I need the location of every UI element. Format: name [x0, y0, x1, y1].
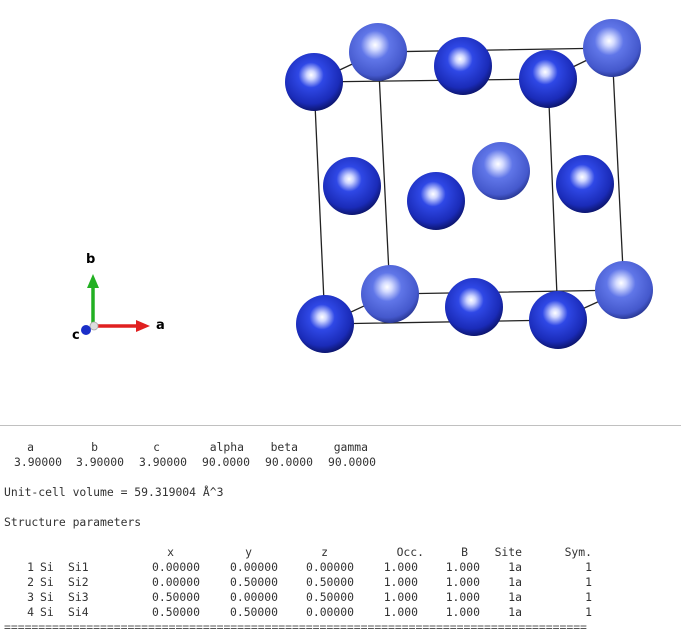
cell-label: Si1: [68, 560, 89, 574]
cell-z: 0.50000: [305, 590, 354, 604]
lattice-header-a: a: [27, 440, 34, 454]
cell-x: 0.50000: [151, 605, 200, 619]
cell-occ: 1.000: [383, 605, 418, 619]
atom-si: [445, 278, 503, 336]
cell-sym: 1: [585, 560, 592, 574]
atom-si-back: [472, 142, 530, 200]
structure-viewer[interactable]: a b c: [0, 0, 681, 420]
cell-site: 1a: [508, 560, 522, 574]
cell-b: 1.000: [445, 590, 480, 604]
axis-triad: [81, 274, 150, 335]
unit-cell-volume: Unit-cell volume = 59.319004 Å^3: [4, 485, 224, 499]
atom-si: [407, 172, 465, 230]
cell-x: 0.50000: [151, 590, 200, 604]
lattice-header-gamma: gamma: [333, 440, 368, 454]
lattice-value-c: 3.90000: [138, 455, 187, 469]
lattice-value-alpha: 90.0000: [201, 455, 250, 469]
axis-b-label: b: [86, 252, 96, 267]
atom-si: [434, 37, 492, 95]
cell-label: Si4: [68, 605, 89, 619]
lattice-value-a: 3.90000: [13, 455, 62, 469]
cell-site: 1a: [508, 590, 522, 604]
lattice-value-beta: 90.0000: [264, 455, 313, 469]
atom-si-back: [595, 261, 653, 319]
atom-si-back: [349, 23, 407, 81]
atom-si-back: [361, 265, 419, 323]
axis-c-arrow: [81, 325, 91, 335]
separator-line: ========================================…: [4, 620, 587, 634]
axis-b-arrowhead: [87, 274, 99, 288]
atom-si: [519, 50, 577, 108]
cell-el: Si: [40, 560, 54, 574]
cell-occ: 1.000: [383, 575, 418, 589]
cell-label: Si2: [68, 575, 89, 589]
cell-site: 1a: [508, 605, 522, 619]
col-y: y: [245, 545, 252, 559]
cell-n: 1: [27, 560, 34, 574]
cell-z: 0.00000: [305, 605, 354, 619]
col-site: Site: [494, 545, 522, 559]
axis-origin: [89, 321, 99, 331]
col-b: B: [461, 545, 468, 559]
output-text-panel[interactable]: a b c alpha beta gamma 3.90000 3.90000 3…: [0, 425, 681, 637]
cell-x: 0.00000: [151, 575, 200, 589]
cell-el: Si: [40, 590, 54, 604]
atom-si-back: [583, 19, 641, 77]
atoms-front: [285, 37, 614, 353]
col-z: z: [321, 545, 328, 559]
atom-si: [556, 155, 614, 213]
lattice-value-b: 3.90000: [75, 455, 124, 469]
cell-el: Si: [40, 605, 54, 619]
cell-x: 0.00000: [151, 560, 200, 574]
atom-si: [296, 295, 354, 353]
col-sym: Sym.: [564, 545, 592, 559]
atom-si: [323, 157, 381, 215]
axis-c-label: c: [72, 328, 80, 343]
cell-label: Si3: [68, 590, 89, 604]
cell-z: 0.50000: [305, 575, 354, 589]
cell-b: 1.000: [445, 575, 480, 589]
lattice-header-alpha: alpha: [209, 440, 244, 454]
col-x: x: [167, 545, 174, 559]
cell-z: 0.00000: [305, 560, 354, 574]
cell-y: 0.00000: [229, 560, 278, 574]
axis-a-arrowhead: [136, 320, 150, 332]
cell-occ: 1.000: [383, 590, 418, 604]
crystal-structure-drawing[interactable]: [0, 0, 681, 420]
cell-sym: 1: [585, 605, 592, 619]
cell-n: 3: [27, 590, 34, 604]
cell-occ: 1.000: [383, 560, 418, 574]
cell-y: 0.00000: [229, 590, 278, 604]
cell-b: 1.000: [445, 605, 480, 619]
cell-y: 0.50000: [229, 575, 278, 589]
cell-n: 4: [27, 605, 34, 619]
lattice-header-beta: beta: [270, 440, 298, 454]
lattice-header-c: c: [153, 440, 160, 454]
cell-site: 1a: [508, 575, 522, 589]
lattice-value-gamma: 90.0000: [327, 455, 376, 469]
cell-n: 2: [27, 575, 34, 589]
cell-b: 1.000: [445, 560, 480, 574]
col-occ: Occ.: [396, 545, 424, 559]
atom-si: [285, 53, 343, 111]
atom-si: [529, 291, 587, 349]
cell-y: 0.50000: [229, 605, 278, 619]
axis-a-label: a: [156, 318, 165, 333]
cell-sym: 1: [585, 575, 592, 589]
lattice-header-b: b: [91, 440, 98, 454]
cell-sym: 1: [585, 590, 592, 604]
cell-el: Si: [40, 575, 54, 589]
structure-parameters-title: Structure parameters: [4, 515, 142, 529]
